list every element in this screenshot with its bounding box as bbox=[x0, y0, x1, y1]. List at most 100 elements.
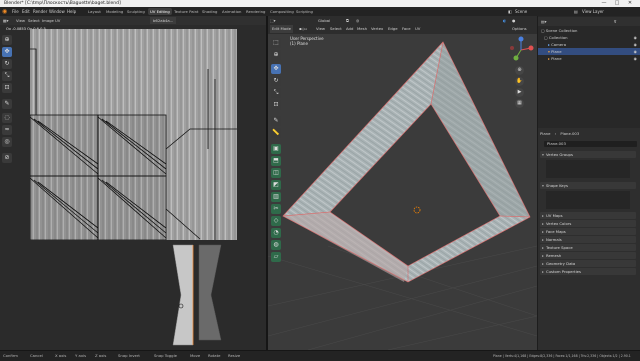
zoom-icon[interactable]: ⊕ bbox=[515, 66, 524, 75]
knife-icon[interactable]: ✂ bbox=[271, 204, 281, 214]
shading-solid-icon[interactable]: ● bbox=[512, 17, 515, 25]
panel-normals[interactable]: ▸ Normals bbox=[540, 236, 636, 243]
outliner-row[interactable]: ▸ Camera ◉ bbox=[538, 41, 640, 48]
filter-icon[interactable]: ⊽ bbox=[614, 19, 617, 24]
inset-icon[interactable]: ◫ bbox=[271, 168, 281, 178]
bevel-icon[interactable]: ◩ bbox=[271, 180, 281, 190]
viewport-editor-type-icon[interactable]: ⬚▾ bbox=[270, 17, 276, 25]
transform-icon[interactable]: ⊡ bbox=[271, 100, 281, 110]
smooth-icon[interactable]: ◍ bbox=[271, 240, 281, 250]
viewport-menu-add[interactable]: Add bbox=[346, 25, 353, 33]
panel-uv-maps[interactable]: ▸ UV Maps bbox=[540, 212, 636, 219]
viewport-menu-mesh[interactable]: Mesh bbox=[357, 25, 367, 33]
maximize-button[interactable]: □ bbox=[611, 0, 623, 7]
rotate-icon[interactable]: ↻ bbox=[271, 76, 281, 86]
visibility-eye-icon[interactable]: ◉ bbox=[634, 41, 637, 48]
measure-icon[interactable]: 📏 bbox=[271, 128, 281, 138]
grid-view-icon[interactable]: ▦ bbox=[515, 99, 524, 108]
editor-type-icon[interactable]: ▦▾ bbox=[3, 16, 9, 25]
panel-custom-properties[interactable]: ▸ Custom Properties bbox=[540, 268, 636, 275]
viewport-menu-edge[interactable]: Edge bbox=[388, 25, 398, 33]
mesh-name-field[interactable]: Plane.003 bbox=[544, 141, 637, 147]
tab-uv-editing[interactable]: UV Editing bbox=[148, 8, 172, 15]
extrude-icon[interactable]: ⬒ bbox=[271, 156, 281, 166]
pan-hand-icon[interactable]: ✋ bbox=[515, 77, 524, 86]
tab-compositing[interactable]: Compositing bbox=[268, 8, 296, 15]
tab-shading[interactable]: Shading bbox=[200, 8, 219, 15]
outliner-row[interactable]: ▢ Scene Collection bbox=[538, 27, 640, 34]
uv-menu-image[interactable]: Image bbox=[42, 16, 54, 25]
shape-keys-list[interactable] bbox=[546, 191, 630, 209]
transform-icon[interactable]: ⊡ bbox=[2, 83, 12, 93]
tab-rendering[interactable]: Rendering bbox=[244, 8, 267, 15]
add-cube-icon[interactable]: ▣ bbox=[271, 144, 281, 154]
menu-edit[interactable]: Edit bbox=[22, 7, 30, 16]
panel-geometry-data[interactable]: ▸ Geometry Data bbox=[540, 260, 636, 267]
select-box-icon[interactable]: ⬚ bbox=[271, 38, 281, 48]
scale-icon[interactable]: ⤡ bbox=[271, 88, 281, 98]
select-mode-icons[interactable]: ▪◇▫ bbox=[299, 25, 307, 33]
image-selector[interactable]: b62ab4a... bbox=[150, 17, 177, 24]
visibility-eye-icon[interactable]: ◉ bbox=[634, 55, 637, 62]
tab-layout[interactable]: Layout bbox=[86, 8, 103, 15]
annotate-icon[interactable]: ✎ bbox=[271, 116, 281, 126]
visibility-eye-icon[interactable]: ◉ bbox=[634, 48, 637, 55]
panel-vertex-colors[interactable]: ▸ Vertex Colors bbox=[540, 220, 636, 227]
shear-icon[interactable]: ▱ bbox=[271, 252, 281, 262]
viewport-menu-view[interactable]: View bbox=[316, 25, 325, 33]
uv-menu-uv[interactable]: UV bbox=[55, 16, 60, 25]
annotate-icon[interactable]: ✎ bbox=[2, 99, 12, 109]
viewport-menu-face[interactable]: Face bbox=[402, 25, 411, 33]
spin-icon[interactable]: ◔ bbox=[271, 228, 281, 238]
viewport-menu-uv[interactable]: UV bbox=[415, 25, 420, 33]
panel-shape-keys[interactable]: ▾ Shape Keys bbox=[540, 182, 636, 189]
3d-viewport[interactable] bbox=[268, 16, 537, 350]
outliner-row-selected[interactable]: ▾ Plane ◉ bbox=[538, 48, 640, 55]
menu-render[interactable]: Render bbox=[33, 7, 47, 16]
tab-modeling[interactable]: Modeling bbox=[104, 8, 125, 15]
outliner-row[interactable]: ▢ Collection ◉ bbox=[538, 34, 640, 41]
panel-face-maps[interactable]: ▸ Face Maps bbox=[540, 228, 636, 235]
tab-animation[interactable]: Animation bbox=[220, 8, 243, 15]
camera-view-icon[interactable]: ▶ bbox=[515, 88, 524, 97]
view-layer-selector[interactable]: View Layer bbox=[582, 7, 604, 16]
panel-vertex-groups[interactable]: ▾ Vertex Groups bbox=[540, 151, 636, 158]
grab-icon[interactable]: ◌ bbox=[2, 113, 12, 123]
poly-build-icon[interactable]: ◇ bbox=[271, 216, 281, 226]
visibility-eye-icon[interactable]: ◉ bbox=[634, 34, 637, 41]
uv-menu-view[interactable]: View bbox=[16, 16, 25, 25]
sample-icon[interactable]: ⊘ bbox=[2, 153, 12, 163]
panel-remesh[interactable]: ▸ Remesh bbox=[540, 252, 636, 259]
outliner-row[interactable]: ▸ Plane ◉ bbox=[538, 55, 640, 62]
panel-texture-space[interactable]: ▸ Texture Space bbox=[540, 244, 636, 251]
tab-scripting[interactable]: Scripting bbox=[294, 8, 315, 15]
vertex-groups-list[interactable] bbox=[546, 160, 630, 178]
viewport-menu-select[interactable]: Select bbox=[330, 25, 342, 33]
rotate-icon[interactable]: ↻ bbox=[2, 59, 12, 69]
move-icon[interactable]: ✥ bbox=[2, 47, 12, 57]
cursor-icon[interactable]: ⊕ bbox=[271, 50, 281, 60]
scale-icon[interactable]: ⤡ bbox=[2, 71, 12, 81]
scene-selector[interactable]: Scene bbox=[515, 7, 527, 16]
outliner-display-icon[interactable]: ▤▾ bbox=[541, 19, 547, 24]
uv-menu-select[interactable]: Select bbox=[28, 16, 40, 25]
tab-texture-paint[interactable]: Texture Paint bbox=[172, 8, 201, 15]
menu-help[interactable]: Help bbox=[67, 7, 76, 16]
pinch-icon[interactable]: ◎ bbox=[2, 137, 12, 147]
blender-logo-icon[interactable]: ◉ bbox=[2, 7, 7, 16]
tab-sculpting[interactable]: Sculpting bbox=[125, 8, 147, 15]
transform-orientation[interactable]: Global bbox=[318, 17, 330, 25]
options-dropdown[interactable]: Options bbox=[512, 25, 527, 33]
close-button[interactable]: ✕ bbox=[624, 0, 636, 7]
axis-gizmo[interactable] bbox=[507, 36, 535, 64]
uv-texture-image[interactable] bbox=[30, 29, 237, 240]
uv-island[interactable] bbox=[165, 240, 225, 350]
move-icon[interactable]: ✥ bbox=[271, 64, 281, 74]
viewport-menu-vertex[interactable]: Vertex bbox=[371, 25, 383, 33]
mode-selector[interactable]: Edit Mode bbox=[270, 25, 293, 33]
menu-window[interactable]: Window bbox=[49, 7, 65, 16]
xray-icon[interactable]: ◐ bbox=[503, 17, 506, 25]
snap-icon[interactable]: ⧉ bbox=[346, 17, 349, 25]
proportional-edit-icon[interactable]: ◎ bbox=[356, 17, 359, 25]
loop-cut-icon[interactable]: ▥ bbox=[271, 192, 281, 202]
